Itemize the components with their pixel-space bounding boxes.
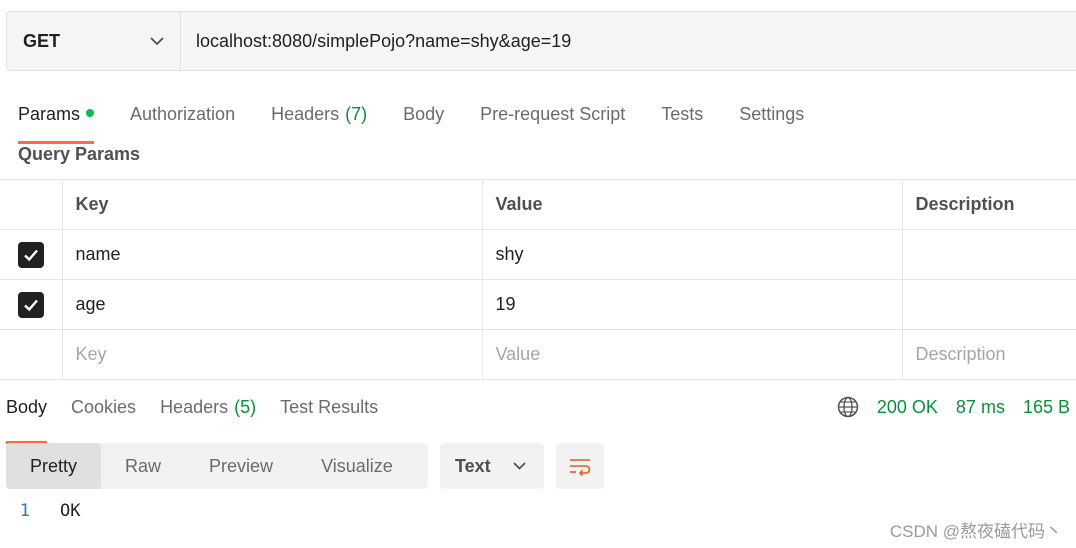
- tab-label: Tests: [661, 104, 704, 124]
- column-header-value: Value: [481, 179, 902, 230]
- row-checkbox[interactable]: [17, 291, 44, 318]
- checkmark-icon: [23, 249, 38, 261]
- new-value-input[interactable]: Value: [481, 329, 902, 380]
- response-tab-cookies[interactable]: Cookies: [71, 394, 136, 434]
- wrap-lines-button[interactable]: [556, 443, 604, 489]
- status-code[interactable]: 200 OK: [877, 394, 938, 420]
- tab-label: Authorization: [130, 104, 236, 124]
- response-status-bar: 200 OK 87 ms 165 B: [837, 394, 1070, 420]
- line-text[interactable]: OK: [60, 500, 80, 522]
- view-raw-button[interactable]: Raw: [101, 443, 185, 489]
- tab-label: Params: [18, 104, 81, 124]
- view-visualize-button[interactable]: Visualize: [297, 443, 417, 489]
- headers-count: (7): [345, 104, 368, 124]
- param-key-cell[interactable]: age: [61, 279, 482, 330]
- format-select[interactable]: Text: [440, 443, 544, 489]
- response-tabs: Body Cookies Headers (5) Test Results: [6, 394, 402, 444]
- checkbox-column-header: [0, 179, 62, 230]
- response-time[interactable]: 87 ms: [956, 394, 1005, 420]
- table-header-row: Key Value Description: [0, 179, 1076, 230]
- tab-headers[interactable]: Headers (7): [271, 94, 367, 134]
- new-key-input[interactable]: Key: [61, 329, 482, 380]
- tab-body[interactable]: Body: [403, 94, 444, 134]
- request-tabs: Params Authorization Headers (7) Body Pr…: [18, 94, 840, 144]
- tab-label: Pre-request Script: [480, 104, 626, 124]
- tab-tests[interactable]: Tests: [661, 94, 703, 134]
- view-mode-group: Pretty Raw Preview Visualize: [6, 443, 428, 489]
- param-value-cell[interactable]: 19: [481, 279, 902, 330]
- method-select[interactable]: GET: [7, 12, 181, 70]
- tab-pre-request-script[interactable]: Pre-request Script: [480, 94, 625, 134]
- method-label: GET: [23, 30, 61, 51]
- param-value-cell[interactable]: shy: [481, 229, 902, 280]
- new-description-input[interactable]: Description: [901, 329, 1076, 380]
- response-tab-headers[interactable]: Headers (5): [160, 394, 256, 434]
- tab-label: Settings: [739, 104, 805, 124]
- checkmark-icon: [23, 299, 38, 311]
- response-tab-body[interactable]: Body: [6, 394, 48, 444]
- format-label: Text: [455, 455, 491, 476]
- tab-label: Headers: [271, 104, 340, 124]
- param-description-cell[interactable]: [901, 279, 1076, 330]
- tab-label: Headers: [160, 397, 229, 417]
- tab-settings[interactable]: Settings: [739, 94, 804, 134]
- row-checkbox[interactable]: [17, 241, 44, 268]
- query-params-title: Query Params: [18, 144, 141, 164]
- column-header-key: Key: [61, 179, 482, 230]
- view-preview-button[interactable]: Preview: [185, 443, 297, 489]
- request-url-bar: GET localhost:8080/simplePojo?name=shy&a…: [6, 11, 1076, 71]
- view-pretty-button[interactable]: Pretty: [6, 443, 102, 489]
- response-headers-count: (5): [234, 397, 257, 417]
- param-description-cell[interactable]: [901, 229, 1076, 280]
- watermark: CSDN @熬夜磕代码丶: [889, 522, 1062, 541]
- tab-label: Body: [403, 104, 445, 124]
- response-body-line: 1 OK: [0, 500, 81, 522]
- url-input[interactable]: localhost:8080/simplePojo?name=shy&age=1…: [181, 12, 1076, 70]
- query-params-table: Key Value Description name shy age 19 Ke…: [0, 179, 1076, 380]
- table-row: age 19: [0, 279, 1076, 330]
- chevron-down-icon: [513, 462, 526, 470]
- wrap-lines-icon: [570, 459, 591, 476]
- tab-authorization[interactable]: Authorization: [130, 94, 235, 134]
- response-tab-test-results[interactable]: Test Results: [280, 394, 378, 434]
- globe-icon[interactable]: [837, 396, 859, 418]
- table-row-new: Key Value Description: [0, 329, 1076, 380]
- param-key-cell[interactable]: name: [61, 229, 482, 280]
- line-number: 1: [19, 501, 30, 521]
- column-header-description: Description: [901, 179, 1076, 230]
- chevron-down-icon: [150, 36, 164, 45]
- tab-params[interactable]: Params: [18, 94, 95, 144]
- params-active-dot: [86, 108, 95, 117]
- response-size[interactable]: 165 B: [1023, 394, 1070, 420]
- table-row: name shy: [0, 229, 1076, 280]
